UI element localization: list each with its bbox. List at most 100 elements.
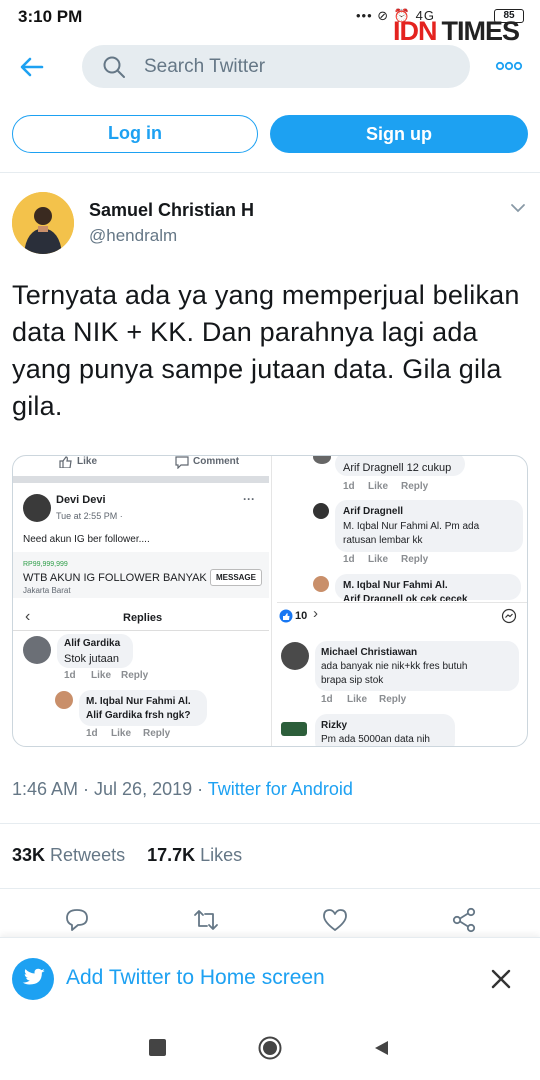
reaction-count: 10 xyxy=(295,610,308,622)
arrow-left-icon xyxy=(20,57,44,77)
commenter-name: M. Iqbal Nur Fahmi Al. xyxy=(86,696,191,707)
divider xyxy=(0,172,540,173)
reply-icon xyxy=(66,909,88,931)
comment-time: 1d xyxy=(64,670,76,681)
tweet-timestamp: 1:46 AM · Jul 26, 2019 · Twitter for And… xyxy=(12,779,353,800)
likes-stat[interactable]: 17.7K Likes xyxy=(147,845,242,865)
avatar[interactable] xyxy=(12,192,74,254)
comment-reply: Reply xyxy=(121,670,149,681)
post-text: Need akun IG ber follower.... xyxy=(23,534,150,545)
comment-time: 1d xyxy=(343,554,355,565)
post-author-avatar xyxy=(23,494,51,522)
timestamp-text: 1:46 AM · Jul 26, 2019 · xyxy=(12,779,208,799)
search-icon xyxy=(103,56,125,78)
message-button: MESSAGE xyxy=(210,569,262,586)
post-author: Devi Devi xyxy=(56,494,106,506)
replies-title: Replies xyxy=(123,612,163,624)
comment-reply: Reply xyxy=(379,694,407,705)
signal-icon: ••• xyxy=(356,8,373,23)
triangle-back-icon xyxy=(375,1041,388,1055)
listing-title: WTB AKUN IG FOLLOWER BANYAK xyxy=(23,572,207,584)
retweet-button[interactable] xyxy=(192,907,220,933)
display-name[interactable]: Samuel Christian H xyxy=(89,200,254,221)
commenter-name: Michael Christiawan xyxy=(321,647,418,658)
tweet-menu-button[interactable] xyxy=(508,200,528,216)
comment-text: Alif Gardika frsh ngk? xyxy=(86,710,191,721)
replies-back-icon: ‹ xyxy=(25,608,31,625)
comment-text: Arif Dragnell ok cek cecek xyxy=(343,594,468,601)
listing-price: RP99,999,999 xyxy=(23,561,68,568)
comment-text: Arif Dragnell 12 cukup xyxy=(343,462,452,474)
watermark-idn: IDN xyxy=(393,16,437,46)
comment-like: Like xyxy=(111,728,132,739)
like-icon xyxy=(59,456,72,468)
tweet-client-link[interactable]: Twitter for Android xyxy=(208,779,353,799)
comment-reply: Reply xyxy=(143,728,171,739)
panel-divider xyxy=(271,456,272,746)
comment-like: Like xyxy=(91,670,112,681)
more-icon xyxy=(495,61,523,71)
retweets-count: 33K xyxy=(12,845,46,865)
post-time: Tue at 2:55 PM · xyxy=(56,511,123,521)
tweet-media-image[interactable]: Like Comment Devi Devi Tue at 2:55 PM · … xyxy=(12,455,528,747)
search-bar[interactable] xyxy=(82,45,470,88)
login-button[interactable]: Log in xyxy=(12,115,258,153)
commenter-name: Alif Gardika xyxy=(64,638,121,649)
listing-location: Jakarta Barat xyxy=(23,586,71,595)
share-icon xyxy=(452,907,476,933)
likes-count: 17.7K xyxy=(147,845,196,865)
tweet-stats: 33K Retweets 17.7K Likes xyxy=(12,845,242,866)
system-back-button[interactable] xyxy=(372,1039,390,1057)
comment-reply: Reply xyxy=(401,481,429,492)
home-button[interactable] xyxy=(258,1036,282,1060)
retweets-label: Retweets xyxy=(50,845,126,865)
heart-icon xyxy=(323,909,347,931)
comment-time: 1d xyxy=(86,728,98,739)
signup-button[interactable]: Sign up xyxy=(270,115,528,153)
search-input[interactable] xyxy=(144,55,444,78)
more-options-button[interactable] xyxy=(494,57,524,75)
close-icon xyxy=(491,969,511,989)
commenter-avatar xyxy=(313,503,329,519)
profile-photo xyxy=(12,192,74,254)
comment-text: brapa sip stok xyxy=(321,675,384,686)
status-time: 3:10 PM xyxy=(18,7,83,26)
comment-reply: Reply xyxy=(401,554,429,565)
back-button[interactable] xyxy=(14,50,50,84)
user-handle[interactable]: @hendralm xyxy=(89,226,177,246)
separator xyxy=(13,476,269,483)
share-button[interactable] xyxy=(450,907,478,933)
like-reaction-icon xyxy=(279,609,293,623)
commenter-avatar xyxy=(55,691,73,709)
add-to-home-banner[interactable]: Add Twitter to Home screen xyxy=(0,937,540,1017)
comment-label: Comment xyxy=(193,456,240,467)
replies-divider xyxy=(13,630,269,631)
twitter-bird-icon xyxy=(22,968,45,985)
comment-text: Pm ada 5000an data nih xyxy=(321,734,430,745)
twitter-logo-icon xyxy=(12,958,54,1000)
chevron-right-icon: › xyxy=(313,605,318,622)
close-banner-button[interactable] xyxy=(486,964,516,994)
comment-text: ratusan lembar kk xyxy=(343,535,423,546)
comment-time: 1d xyxy=(343,481,355,492)
reply-button[interactable] xyxy=(63,907,91,933)
commenter-name: M. Iqbal Nur Fahmi Al. xyxy=(343,580,448,591)
system-nav-bar xyxy=(0,1017,540,1080)
banner-text[interactable]: Add Twitter to Home screen xyxy=(66,966,325,990)
commenter-avatar xyxy=(281,642,309,670)
watermark-times: TIMES xyxy=(441,16,521,46)
comment-text: M. Iqbal Nur Fahmi Al. Pm ada xyxy=(343,521,480,532)
post-more-icon: ··· xyxy=(243,492,255,506)
tweet-actions xyxy=(0,900,540,940)
divider xyxy=(0,823,540,824)
like-button[interactable] xyxy=(321,907,349,933)
commenter-avatar xyxy=(313,456,331,464)
mute-icon: ⊘ xyxy=(377,8,390,23)
idn-times-watermark: IDN TIMES xyxy=(393,16,521,47)
tweet-text: Ternyata ada ya yang memperjual belikan … xyxy=(12,280,520,421)
divider xyxy=(0,888,540,889)
retweets-stat[interactable]: 33K Retweets xyxy=(12,845,125,865)
comment-time: 1d xyxy=(321,694,333,705)
commenter-avatar xyxy=(23,636,51,664)
recents-button[interactable] xyxy=(149,1039,166,1056)
